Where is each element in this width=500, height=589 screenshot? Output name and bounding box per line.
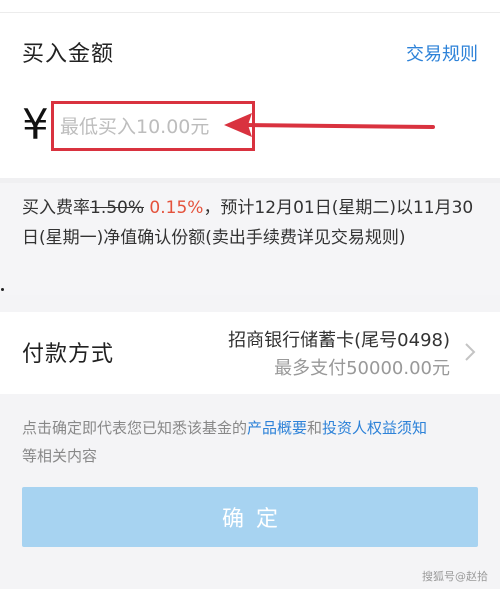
purchase-amount-title: 买入金额 — [22, 42, 115, 67]
payment-method-row[interactable]: 付款方式 招商银行储蓄卡(尾号0498) 最多支付50000.00元 — [0, 312, 500, 394]
divider — [0, 12, 500, 13]
yen-icon: ¥ — [22, 100, 49, 149]
watermark: 搜狐号@赵拾 — [422, 570, 488, 583]
disclaimer-suffix: 等相关内容 — [22, 447, 98, 465]
payment-method-title: 付款方式 — [22, 342, 115, 367]
payment-bank-card: 招商银行储蓄卡(尾号0498) — [228, 330, 450, 351]
fee-info-text: 买入费率1.50% 0.15%，预计12月01日(星期二)以11月30日(星期一… — [22, 193, 478, 253]
confirm-button[interactable]: 确定 — [22, 487, 478, 547]
disclaimer-text: 点击确定即代表您已知悉该基金的产品概要和投资人权益须知等相关内容 — [22, 414, 478, 470]
disclaimer-and: 和 — [307, 419, 323, 437]
red-arrow-annotation-icon — [224, 113, 435, 137]
chevron-right-icon[interactable] — [464, 342, 476, 362]
stray-dot — [1, 288, 4, 291]
disclaimer-prefix: 点击确定即代表您已知悉该基金的 — [22, 419, 248, 437]
fee-info-section: 买入费率1.50% 0.15%，预计12月01日(星期二)以11月30日(星期一… — [0, 183, 500, 295]
investor-rights-link[interactable]: 投资人权益须知 — [322, 419, 427, 437]
discounted-fee-rate: 0.15% — [149, 198, 204, 218]
purchase-amount-card: 买入金额 交易规则 ¥ — [0, 0, 500, 178]
payment-limit: 最多支付50000.00元 — [274, 358, 450, 379]
product-summary-link[interactable]: 产品概要 — [247, 419, 307, 437]
fee-label: 买入费率 — [22, 198, 90, 218]
trading-rules-link[interactable]: 交易规则 — [406, 40, 478, 66]
original-fee-rate: 1.50% — [90, 198, 145, 218]
